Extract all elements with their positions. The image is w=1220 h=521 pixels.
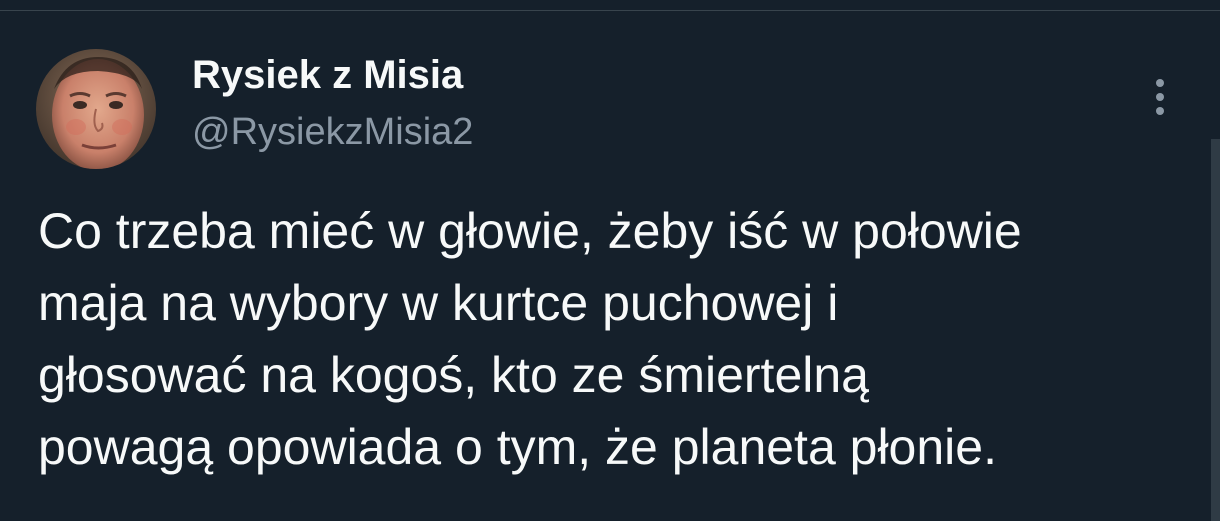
author-handle[interactable]: @RysiekzMisia2 xyxy=(192,109,473,155)
scrollbar[interactable] xyxy=(1211,139,1220,521)
more-vertical-icon xyxy=(1156,79,1164,115)
avatar-image xyxy=(36,49,156,169)
tweet-text: Co trzeba mieć w głowie, żeby iść w poło… xyxy=(38,203,1022,475)
author-display-name[interactable]: Rysiek z Misia xyxy=(192,51,463,99)
more-options-button[interactable] xyxy=(1140,75,1180,119)
tweet: Rysiek z Misia @RysiekzMisia2 Co trzeba … xyxy=(0,11,1220,521)
avatar[interactable] xyxy=(36,49,156,169)
